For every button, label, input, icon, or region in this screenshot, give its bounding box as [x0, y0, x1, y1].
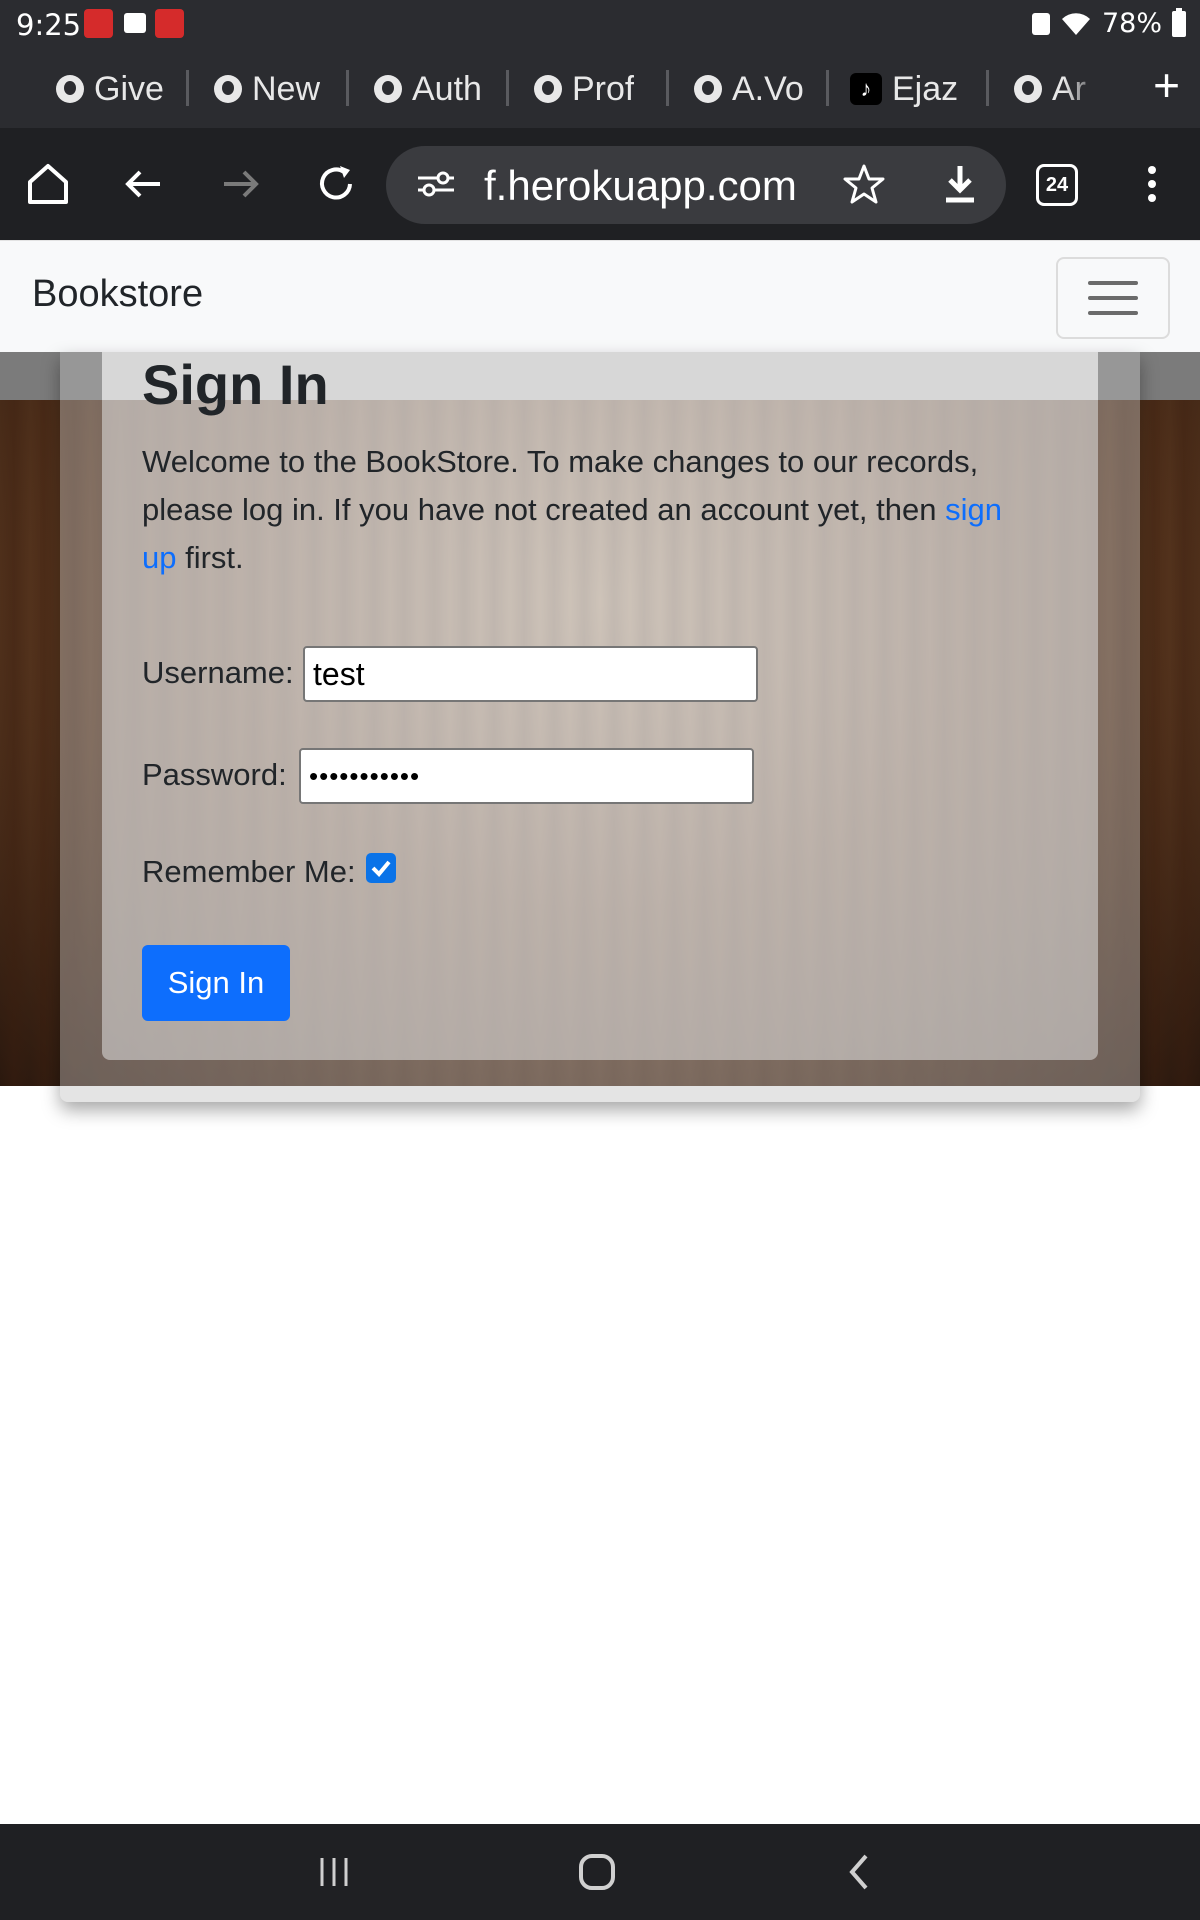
chrome-icon	[214, 75, 242, 103]
remember-me-checkbox[interactable]	[366, 853, 396, 883]
bookmark-star-icon[interactable]	[836, 156, 892, 212]
tab-label: Ejaz	[892, 69, 959, 108]
password-label: Password:	[142, 757, 287, 792]
browser-toolbar: f.herokuapp.com 24	[0, 128, 1200, 240]
username-label: Username:	[142, 655, 294, 690]
status-right: 78%	[1031, 7, 1186, 39]
tab-avo[interactable]: A.Vo	[694, 50, 804, 128]
globe-icon	[1014, 75, 1042, 103]
tab-label: New	[252, 69, 321, 108]
globe-icon	[56, 75, 84, 103]
hamburger-line	[1088, 281, 1138, 285]
tab-separator	[506, 70, 509, 106]
battery-icon	[1172, 7, 1186, 37]
globe-icon	[534, 75, 562, 103]
tab-label: Prof	[572, 69, 635, 108]
page-title: Sign In	[142, 353, 329, 416]
forward-arrow-icon[interactable]	[212, 156, 268, 212]
sign-in-button[interactable]: Sign In	[142, 945, 290, 1021]
download-icon[interactable]	[932, 156, 988, 212]
address-bar[interactable]: f.herokuapp.com	[386, 146, 1006, 224]
tab-separator	[186, 70, 189, 106]
wifi-icon	[1061, 12, 1090, 35]
gallery-notification-icon	[124, 13, 146, 33]
tab-separator	[666, 70, 669, 106]
navbar-toggler-button[interactable]	[1056, 257, 1170, 339]
tab-auth[interactable]: Auth	[374, 50, 484, 128]
battery-saver-icon	[1031, 12, 1050, 35]
home-icon[interactable]	[20, 156, 76, 212]
password-input[interactable]: •••••••••••	[299, 748, 754, 804]
system-nav-bar	[0, 1824, 1200, 1920]
globe-icon	[694, 75, 722, 103]
tab-prof[interactable]: Prof	[534, 50, 644, 128]
status-bar: 9:25 78%	[0, 0, 1200, 50]
news-notification-icon	[155, 9, 184, 38]
news-notification-icon	[84, 9, 113, 38]
tab-give[interactable]: Give	[56, 50, 166, 128]
tiktok-icon: ♪	[850, 73, 882, 105]
hamburger-line	[1088, 311, 1138, 315]
tab-strip: Give New Auth Prof A.Vo ♪ Ejaz Ar +	[0, 50, 1200, 128]
new-tab-plus-icon[interactable]: +	[1153, 58, 1180, 112]
tab-switcher-button[interactable]: 24	[1036, 164, 1078, 206]
more-menu-icon[interactable]	[1124, 156, 1180, 212]
hamburger-line	[1088, 296, 1138, 300]
reload-icon[interactable]	[308, 156, 364, 212]
globe-icon	[374, 75, 402, 103]
tab-ejaz[interactable]: ♪ Ejaz	[850, 50, 966, 128]
back-button-icon[interactable]	[838, 1850, 882, 1894]
tab-label: A.Vo	[732, 69, 804, 108]
recent-apps-icon[interactable]	[312, 1850, 356, 1894]
tab-label: Give	[94, 69, 164, 108]
tab-separator	[986, 70, 989, 106]
battery-percent: 78%	[1101, 8, 1162, 39]
home-button-icon[interactable]	[575, 1850, 619, 1894]
tab-separator	[826, 70, 829, 106]
url-text: f.herokuapp.com	[484, 162, 797, 209]
tab-separator	[346, 70, 349, 106]
site-settings-icon[interactable]	[408, 156, 464, 212]
back-arrow-icon[interactable]	[116, 156, 172, 212]
tab-new[interactable]: New	[214, 50, 324, 128]
remember-me-label: Remember Me:	[142, 854, 356, 889]
intro-text: Welcome to the BookStore. To make change…	[142, 438, 1042, 582]
status-time: 9:25	[16, 8, 82, 42]
tab-label: Auth	[412, 69, 482, 108]
tab-fade	[1064, 50, 1104, 128]
brand-link[interactable]: Bookstore	[32, 273, 203, 316]
site-navbar: Bookstore	[0, 240, 1200, 353]
intro-text-end: first.	[176, 540, 244, 575]
intro-text-start: Welcome to the BookStore. To make change…	[142, 444, 979, 527]
username-input[interactable]: test	[303, 646, 758, 702]
